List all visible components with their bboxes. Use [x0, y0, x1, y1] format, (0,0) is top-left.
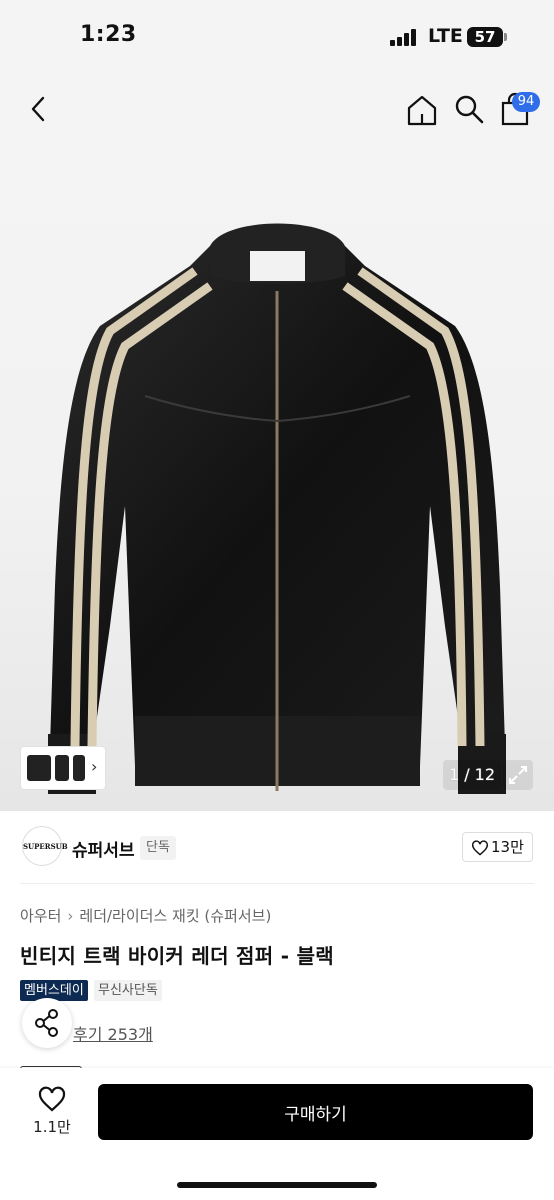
network-label: LTE — [428, 25, 463, 47]
thumbnail-strip[interactable]: › — [20, 746, 106, 790]
divider — [20, 883, 534, 884]
reviews-link[interactable]: 후기 253개 — [73, 1021, 153, 1045]
share-icon — [35, 1009, 58, 1037]
brand-like-count: 13만 — [491, 838, 524, 856]
brand-name[interactable]: 슈퍼서브 — [72, 836, 135, 861]
chevron-right-icon[interactable]: › — [91, 757, 97, 776]
breadcrumb-item[interactable]: 아우터 — [20, 907, 61, 925]
breadcrumb-item[interactable]: 레더/라이더스 재킷 (슈퍼서브) — [79, 907, 271, 925]
brand-like-button[interactable]: 13만 — [462, 832, 533, 862]
battery-level: 57 — [474, 28, 496, 46]
thumbnail-image[interactable] — [73, 755, 85, 781]
product-image — [48, 223, 506, 794]
heart-icon[interactable] — [38, 1086, 66, 1112]
breadcrumb: 아우터 › 레더/라이더스 재킷 (슈퍼서브) — [20, 905, 271, 926]
signal-icon — [390, 28, 420, 46]
back-icon[interactable] — [22, 92, 56, 126]
exclusive-badge: 무신사단독 — [94, 980, 162, 1001]
status-bar: 1:23 LTE 57 — [0, 0, 554, 76]
image-counter: 1 / 12 — [443, 760, 501, 790]
buy-button[interactable]: 구매하기 — [98, 1084, 533, 1140]
brand-exclusive-tag: 단독 — [140, 836, 176, 860]
expand-icon[interactable] — [503, 760, 533, 790]
battery-tip — [504, 33, 507, 41]
status-time: 1:23 — [80, 22, 137, 47]
cart-count-badge: 94 — [512, 92, 540, 112]
share-button[interactable] — [22, 998, 72, 1048]
battery-icon: 57 — [467, 27, 503, 47]
wishlist-count: 1.1만 — [33, 1118, 71, 1136]
search-icon[interactable] — [452, 92, 486, 126]
product-image-area[interactable]: 94 › 1 / 12 — [0, 76, 554, 811]
home-indicator — [177, 1182, 377, 1188]
brand-logo[interactable]: SUPERSUB — [22, 826, 68, 866]
heart-icon — [472, 839, 488, 856]
thumbnail-image[interactable] — [55, 755, 69, 781]
home-icon[interactable] — [404, 92, 440, 128]
product-title: 빈티지 트랙 바이커 레더 점퍼 - 블랙 — [20, 944, 334, 968]
chevron-right-icon: › — [67, 907, 74, 925]
thumbnail-image[interactable] — [27, 755, 51, 781]
